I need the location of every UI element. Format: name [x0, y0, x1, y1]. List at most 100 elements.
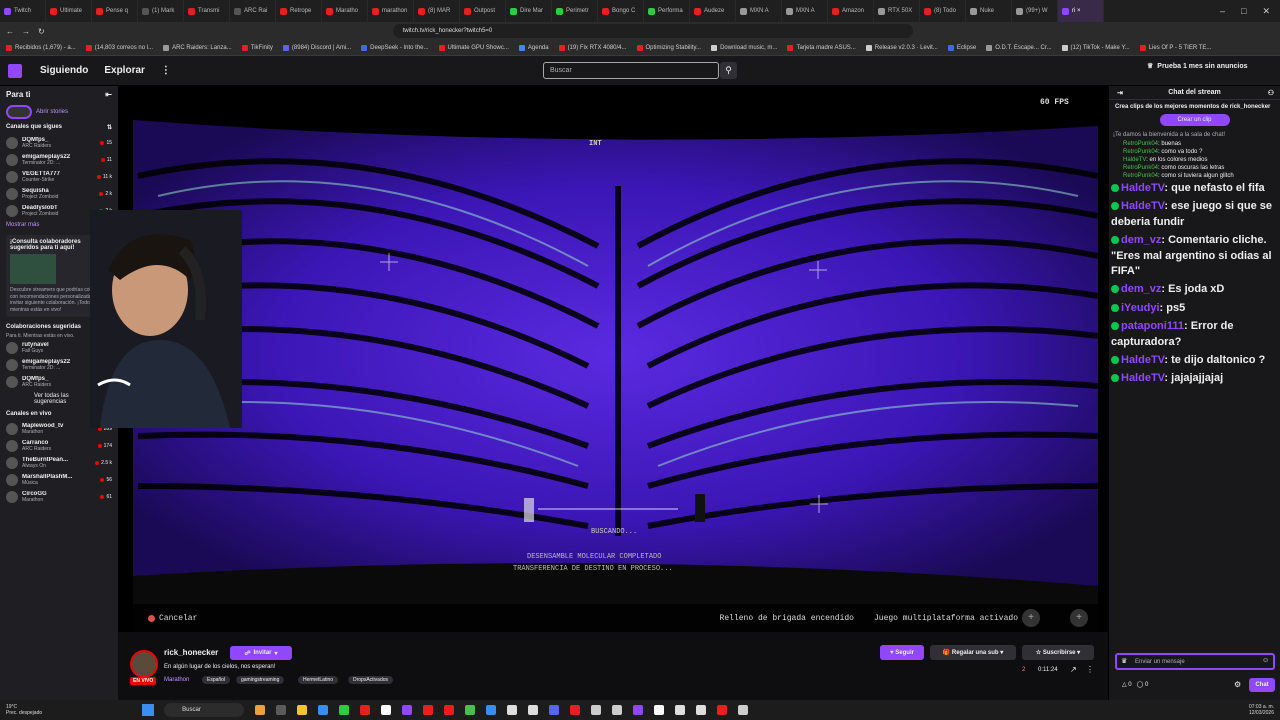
taskbar-app-icon[interactable]: [423, 705, 434, 715]
sort-icon[interactable]: ⇅: [107, 124, 112, 131]
taskbar-clock[interactable]: 07:03 a. m. 12/03/2026: [1249, 704, 1274, 716]
see-all-suggestions-link[interactable]: Ver todas las sugerencias: [0, 390, 98, 408]
taskbar-app-icon[interactable]: [318, 705, 329, 715]
taskbar-app-icon[interactable]: [675, 705, 686, 715]
browser-tab[interactable]: marathon: [368, 0, 414, 22]
browser-tab[interactable]: Twitch: [0, 0, 46, 22]
tag-2[interactable]: gamingstreaming: [236, 676, 285, 684]
browser-tab[interactable]: Ultimate: [46, 0, 92, 22]
subscribe-button[interactable]: ☆ Suscribirse ▾: [1022, 645, 1094, 660]
chat-username[interactable]: HaldeTV: [1121, 200, 1164, 212]
browser-tab[interactable]: Outpost: [460, 0, 506, 22]
taskbar-app-icon[interactable]: [528, 705, 539, 715]
chat-username[interactable]: HaldeTV: [1121, 182, 1164, 194]
invite-button[interactable]: ☍ Invitar ▾: [230, 646, 292, 660]
chat-username[interactable]: dem_vz: [1121, 234, 1161, 246]
taskbar-app-icon[interactable]: [570, 705, 581, 715]
bookmark-item[interactable]: (14,803 correos no l...: [85, 44, 153, 51]
weather-widget[interactable]: 19°C Prec. despejado: [6, 704, 42, 716]
taskbar-app-icon[interactable]: [486, 705, 497, 715]
channel-row[interactable]: DQMfps_ARC Raiders 15: [0, 134, 118, 151]
bookmark-item[interactable]: Tarjeta madre ASUS...: [787, 44, 856, 51]
maximize-icon[interactable]: □: [1241, 6, 1246, 17]
channel-row[interactable]: CircoGG Marathon 61: [0, 488, 118, 505]
chat-username[interactable]: HaldeTV: [1121, 372, 1164, 384]
emote-icon[interactable]: ☺: [1262, 657, 1269, 664]
browser-tab[interactable]: Bongo C: [598, 0, 644, 22]
taskbar-app-icon[interactable]: [633, 705, 644, 715]
taskbar-app-icon[interactable]: [717, 705, 728, 715]
chat-username[interactable]: RetroPunk04: [1123, 165, 1158, 171]
collapse-chat-icon[interactable]: ⇥: [1117, 89, 1123, 97]
browser-tab[interactable]: Perimetr: [552, 0, 598, 22]
more-menu-icon[interactable]: ⋮: [161, 65, 171, 76]
search-input[interactable]: Buscar: [543, 62, 719, 79]
bookmark-item[interactable]: Recibidos (1,679) - a...: [6, 44, 76, 51]
chat-username[interactable]: HaldeTV: [1123, 157, 1146, 163]
taskbar-app-icon[interactable]: [654, 705, 665, 715]
streamer-name[interactable]: rick_honecker: [164, 648, 218, 657]
browser-tab[interactable]: (1) Mark: [138, 0, 184, 22]
browser-tab[interactable]: RTX 50X: [874, 0, 920, 22]
browser-tab[interactable]: Pense q: [92, 0, 138, 22]
channel-row[interactable]: TheBurntPean... Always On 2.5 k: [0, 454, 118, 471]
stories-row[interactable]: Abrir stories: [0, 103, 118, 121]
browser-tab[interactable]: Retrope: [276, 0, 322, 22]
chat-username[interactable]: RetroPunk04: [1123, 173, 1158, 179]
settings-gear-icon[interactable]: ⚙: [1234, 680, 1241, 689]
chat-username[interactable]: pataponi111: [1121, 320, 1184, 332]
taskbar-app-icon[interactable]: [360, 705, 371, 715]
taskbar-app-icon[interactable]: [297, 705, 308, 715]
follow-button[interactable]: ♥ Seguir: [880, 645, 924, 660]
browser-tab[interactable]: (8) Todo: [920, 0, 966, 22]
chat-username[interactable]: iYeudyi: [1121, 302, 1160, 314]
channel-row[interactable]: MarshallPlashM... Música 56: [0, 471, 118, 488]
channel-row[interactable]: emigameplays22Terminator 2D: ... 11: [0, 151, 118, 168]
channel-row[interactable]: Carranco ARC Raiders 174: [0, 437, 118, 454]
channel-row[interactable]: VEGETTA777 Counter-Strike 11 k: [0, 168, 118, 185]
bookmark-item[interactable]: Download music, m...: [711, 44, 777, 51]
bookmark-item[interactable]: TikFinity: [241, 44, 273, 51]
taskbar-app-icon[interactable]: [738, 705, 749, 715]
share-icon[interactable]: ↗: [1070, 665, 1077, 674]
browser-tab[interactable]: MXN A: [736, 0, 782, 22]
open-stories-link[interactable]: Abrir stories: [36, 109, 68, 115]
taskbar-app-icon[interactable]: [612, 705, 623, 715]
browser-tab[interactable]: Maratho: [322, 0, 368, 22]
windows-start-icon[interactable]: [142, 704, 155, 716]
reload-icon[interactable]: ↻: [38, 27, 45, 36]
more-options-icon[interactable]: ⋮: [1086, 665, 1094, 674]
channel-points[interactable]: △ 0 ◯ 0: [1122, 681, 1148, 688]
nav-browse[interactable]: Explorar: [104, 65, 145, 76]
browser-tab[interactable]: Amazon: [828, 0, 874, 22]
browser-tab[interactable]: MXN A: [782, 0, 828, 22]
taskbar-app-icon[interactable]: [339, 705, 350, 715]
bookmark-item[interactable]: (12) TikTok - Make Y...: [1061, 44, 1130, 51]
tag-4[interactable]: DropsActivados: [348, 676, 394, 684]
browser-tab[interactable]: Transmi: [184, 0, 230, 22]
chat-username[interactable]: dem_vz: [1121, 283, 1161, 295]
chat-send-button[interactable]: Chat: [1249, 678, 1275, 692]
chat-input[interactable]: Enviar un mensaje: [1115, 653, 1275, 670]
bookmark-item[interactable]: Lies Of P - 5 TIER TE...: [1139, 44, 1211, 51]
tag-1[interactable]: Español: [202, 676, 231, 684]
minimize-icon[interactable]: –: [1220, 6, 1225, 17]
taskbar-app-icon[interactable]: [255, 705, 266, 715]
taskbar-app-icon[interactable]: [444, 705, 455, 715]
browser-tab[interactable]: Performa: [644, 0, 690, 22]
close-icon[interactable]: ✕: [1262, 6, 1270, 17]
bookmark-item[interactable]: ARC Raiders: Lanza...: [163, 44, 232, 51]
taskbar-app-icon[interactable]: [276, 705, 287, 715]
collapse-sidebar-icon[interactable]: ⇤: [105, 90, 112, 99]
forward-icon[interactable]: →: [22, 27, 30, 36]
browser-tab[interactable]: (8) MAR: [414, 0, 460, 22]
bookmark-item[interactable]: Optimizing Stability...: [636, 44, 701, 51]
browser-tab[interactable]: ri ×: [1058, 0, 1104, 22]
taskbar-app-icon[interactable]: [696, 705, 707, 715]
create-clip-button[interactable]: Crear un clip: [1159, 114, 1230, 126]
browser-tab[interactable]: Nuke: [966, 0, 1012, 22]
category-link[interactable]: Marathon: [164, 677, 189, 683]
taskbar-app-icon[interactable]: [381, 705, 392, 715]
twitch-logo-icon[interactable]: [8, 63, 22, 78]
bookmark-item[interactable]: Eclipse: [947, 44, 976, 51]
